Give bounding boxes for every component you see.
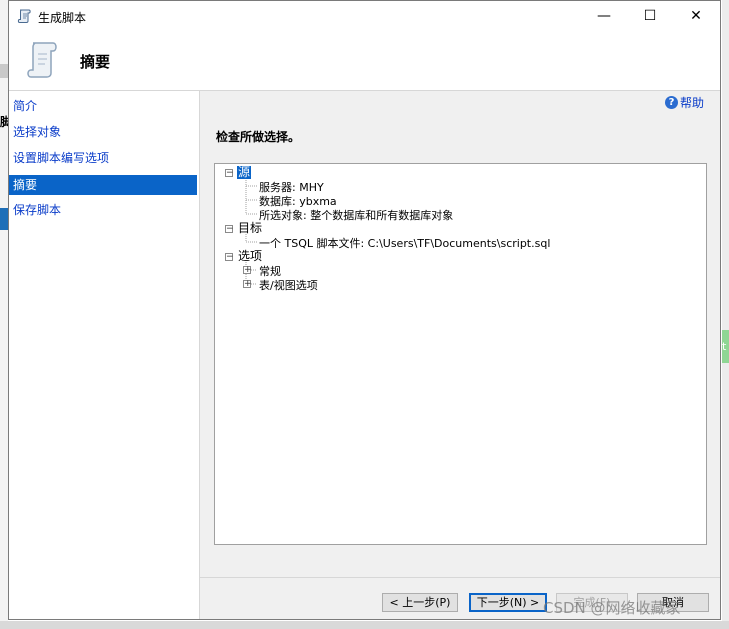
next-button[interactable]: 下一步(N) > — [469, 593, 547, 612]
window-title: 生成脚本 — [38, 11, 87, 25]
sidebar-item-intro[interactable]: 简介 — [9, 96, 197, 116]
tree-node-source[interactable]: 源 — [237, 166, 252, 179]
background-app-green-tab: t — [722, 330, 729, 363]
minimize-button[interactable]: — — [581, 1, 627, 31]
wizard-steps-sidebar: 简介 选择对象 设置脚本编写选项 摘要 保存脚本 — [9, 91, 200, 619]
minimize-icon: — — [597, 8, 611, 24]
close-icon: ✕ — [690, 8, 702, 24]
tree-item-table-view-options[interactable]: 表/视图选项 — [259, 277, 318, 293]
tree-node-options[interactable]: 选项 — [237, 250, 263, 263]
tree-item-selected-objects: 所选对象: 整个数据库和所有数据库对象 — [259, 209, 454, 222]
expand-table-view-toggle[interactable]: + — [243, 280, 252, 289]
help-icon: ? — [665, 96, 678, 109]
tree-node-target[interactable]: 目标 — [237, 222, 263, 235]
help-link[interactable]: ? 帮助 — [665, 94, 704, 111]
title-bar: 生成脚本 — ☐ ✕ — [9, 1, 720, 31]
page-header: 摘要 — [9, 31, 720, 91]
background-app-left-edge — [0, 0, 8, 629]
section-heading: 检查所做选择。 — [216, 130, 301, 144]
previous-button[interactable]: < 上一步(P) — [382, 593, 458, 612]
background-app-tab — [0, 64, 8, 78]
generate-scripts-dialog: 生成脚本 — ☐ ✕ 摘要 简介 选择对象 设置脚本编写选项 摘要 保存脚本 ?… — [8, 0, 721, 620]
background-app-bottom-edge — [0, 621, 729, 629]
expand-general-toggle[interactable]: + — [243, 266, 252, 275]
sidebar-item-save-script[interactable]: 保存脚本 — [9, 200, 197, 220]
footer-divider — [200, 577, 720, 578]
script-scroll-icon — [17, 9, 31, 23]
help-label: 帮助 — [680, 96, 705, 110]
collapse-options-toggle[interactable]: − — [225, 253, 234, 262]
summary-tree[interactable]: − 源 服务器: MHY 数据库: ybxma 所选对象: 整个数据库和所有数据… — [214, 163, 707, 545]
script-scroll-icon — [27, 42, 57, 78]
watermark: CSDN @网络收藏家 — [543, 599, 681, 617]
maximize-button[interactable]: ☐ — [627, 1, 673, 31]
background-app-selection — [0, 208, 8, 230]
sidebar-item-choose-objects[interactable]: 选择对象 — [9, 122, 197, 142]
maximize-icon: ☐ — [643, 8, 657, 24]
page-title: 摘要 — [80, 53, 111, 71]
collapse-source-toggle[interactable]: − — [225, 169, 234, 178]
background-app-right-edge — [722, 0, 729, 629]
tree-item-script-file: 一个 TSQL 脚本文件: C:\Users\TF\Documents\scri… — [259, 237, 551, 250]
collapse-target-toggle[interactable]: − — [225, 225, 234, 234]
close-button[interactable]: ✕ — [673, 1, 719, 31]
sidebar-item-scripting-options[interactable]: 设置脚本编写选项 — [9, 148, 197, 168]
sidebar-item-summary[interactable]: 摘要 — [9, 175, 197, 195]
